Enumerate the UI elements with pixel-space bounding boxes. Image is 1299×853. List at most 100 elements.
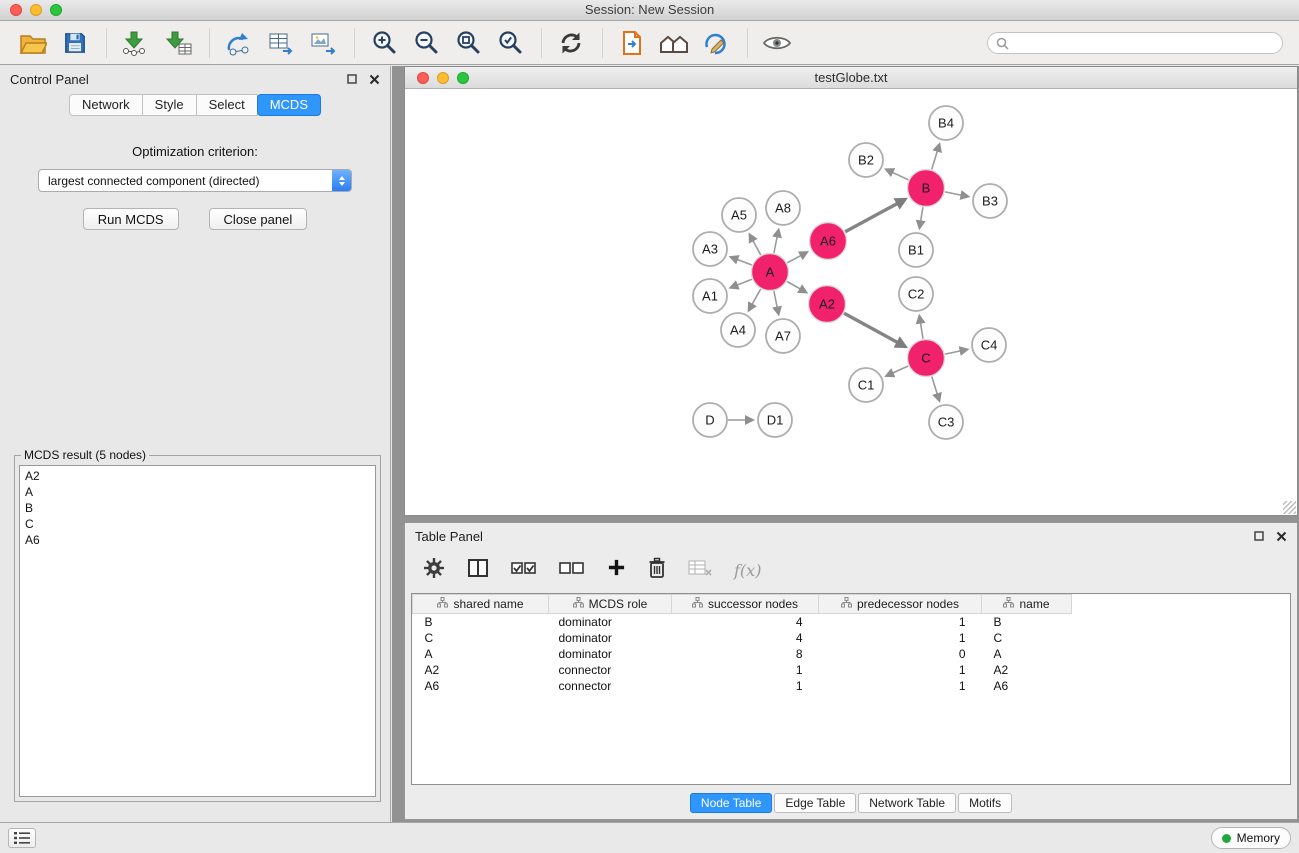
mcds-result-list[interactable]: A2ABCA6 bbox=[19, 465, 376, 797]
column-header-shared-name[interactable]: shared name bbox=[413, 595, 549, 614]
minimize-network-window-button[interactable] bbox=[437, 72, 449, 84]
graph-node-C4[interactable]: C4 bbox=[972, 328, 1006, 362]
tab-edge-table[interactable]: Edge Table bbox=[774, 793, 856, 813]
float-table-panel-icon[interactable] bbox=[1254, 531, 1264, 541]
graph-edge-A-A1[interactable] bbox=[730, 279, 752, 288]
zoom-out-button[interactable] bbox=[409, 25, 443, 61]
column-header-predecessor-nodes[interactable]: predecessor nodes bbox=[819, 595, 982, 614]
select-all-button[interactable] bbox=[511, 559, 537, 582]
graph-node-A4[interactable]: A4 bbox=[721, 313, 755, 347]
resize-grip[interactable] bbox=[1283, 501, 1296, 514]
graph-edge-C-C2[interactable] bbox=[919, 316, 923, 339]
graph-node-B2[interactable]: B2 bbox=[849, 143, 883, 177]
zoom-network-window-button[interactable] bbox=[457, 72, 469, 84]
function-builder-button[interactable]: f(x) bbox=[734, 561, 761, 580]
table-row[interactable]: A2connector11A2 bbox=[413, 662, 1291, 678]
result-item[interactable]: A6 bbox=[20, 532, 375, 548]
save-session-button[interactable] bbox=[58, 25, 92, 61]
graph-edge-C-C1[interactable] bbox=[886, 366, 908, 376]
result-item[interactable]: A2 bbox=[20, 468, 375, 484]
graph-edge-B-B1[interactable] bbox=[920, 207, 923, 228]
tab-mcds[interactable]: MCDS bbox=[257, 94, 321, 116]
graph-node-A6[interactable]: A6 bbox=[810, 223, 847, 260]
search-input[interactable] bbox=[1014, 36, 1274, 50]
table-row[interactable]: A6connector11A6 bbox=[413, 678, 1291, 694]
tab-network[interactable]: Network bbox=[69, 94, 143, 116]
network-overview-button[interactable] bbox=[657, 25, 691, 61]
graph-node-A8[interactable]: A8 bbox=[766, 191, 800, 225]
graph-node-B1[interactable]: B1 bbox=[899, 233, 933, 267]
graph-edge-A6-B[interactable] bbox=[845, 199, 905, 232]
graph-edge-C-C3[interactable] bbox=[932, 377, 940, 401]
graph-node-C[interactable]: C bbox=[908, 340, 945, 377]
search-box[interactable] bbox=[987, 32, 1283, 54]
graph-edge-B-B2[interactable] bbox=[886, 169, 908, 180]
tab-style[interactable]: Style bbox=[142, 94, 197, 116]
table-row[interactable]: Cdominator41C bbox=[413, 630, 1291, 646]
deselect-all-button[interactable] bbox=[559, 559, 585, 582]
graph-node-A3[interactable]: A3 bbox=[693, 232, 727, 266]
close-network-window-button[interactable] bbox=[417, 72, 429, 84]
graph-node-A2[interactable]: A2 bbox=[809, 286, 846, 323]
result-item[interactable]: A bbox=[20, 484, 375, 500]
export-network-button[interactable] bbox=[222, 25, 256, 61]
close-table-panel-icon[interactable] bbox=[1276, 531, 1287, 542]
graph-edge-A2-C[interactable] bbox=[844, 313, 905, 346]
tab-select[interactable]: Select bbox=[196, 94, 258, 116]
result-item[interactable]: C bbox=[20, 516, 375, 532]
tab-network-table[interactable]: Network Table bbox=[858, 793, 956, 813]
zoom-in-button[interactable] bbox=[367, 25, 401, 61]
panel-menu-button[interactable] bbox=[8, 828, 36, 848]
memory-indicator[interactable]: Memory bbox=[1211, 827, 1291, 849]
graph-edge-A-A2[interactable] bbox=[787, 282, 807, 293]
export-image-button[interactable] bbox=[306, 25, 340, 61]
tab-motifs[interactable]: Motifs bbox=[958, 793, 1012, 813]
table-row[interactable]: Bdominator41B bbox=[413, 614, 1291, 630]
graph-node-B4[interactable]: B4 bbox=[929, 106, 963, 140]
column-header-name[interactable]: name bbox=[982, 595, 1072, 614]
delete-column-button[interactable] bbox=[648, 557, 666, 584]
zoom-selected-button[interactable] bbox=[493, 25, 527, 61]
graph-node-B[interactable]: B bbox=[908, 170, 945, 207]
graph-node-A7[interactable]: A7 bbox=[766, 319, 800, 353]
table-settings-button[interactable] bbox=[423, 557, 445, 584]
close-panel-icon[interactable] bbox=[369, 74, 380, 85]
graph-node-A[interactable]: A bbox=[752, 254, 789, 291]
graph-edge-C-C4[interactable] bbox=[945, 349, 967, 354]
graph-node-C3[interactable]: C3 bbox=[929, 405, 963, 439]
annotation-button[interactable] bbox=[699, 25, 733, 61]
result-item[interactable]: B bbox=[20, 500, 375, 516]
open-document-button[interactable] bbox=[615, 25, 649, 61]
refresh-layout-button[interactable] bbox=[554, 25, 588, 61]
zoom-window-button[interactable] bbox=[50, 4, 62, 16]
graph-node-C1[interactable]: C1 bbox=[849, 368, 883, 402]
graph-edge-A-A3[interactable] bbox=[731, 257, 752, 265]
graph-edge-B-B4[interactable] bbox=[932, 144, 940, 169]
import-table-button[interactable] bbox=[161, 25, 195, 61]
zoom-fit-button[interactable] bbox=[451, 25, 485, 61]
graph-node-B3[interactable]: B3 bbox=[973, 184, 1007, 218]
close-panel-button[interactable]: Close panel bbox=[209, 208, 308, 230]
minimize-window-button[interactable] bbox=[30, 4, 42, 16]
graph-edge-A-A4[interactable] bbox=[749, 289, 761, 311]
run-mcds-button[interactable]: Run MCDS bbox=[83, 208, 179, 230]
graph-edge-B-B3[interactable] bbox=[945, 192, 968, 197]
graph-node-C2[interactable]: C2 bbox=[899, 277, 933, 311]
graph-node-D1[interactable]: D1 bbox=[758, 403, 792, 437]
open-file-button[interactable] bbox=[16, 25, 50, 61]
column-header-mcds-role[interactable]: MCDS role bbox=[549, 595, 672, 614]
graph-node-D[interactable]: D bbox=[693, 403, 727, 437]
tab-node-table[interactable]: Node Table bbox=[690, 793, 773, 813]
show-graphics-button[interactable] bbox=[760, 25, 794, 61]
graph-node-A1[interactable]: A1 bbox=[693, 279, 727, 313]
column-header-successor-nodes[interactable]: successor nodes bbox=[672, 595, 819, 614]
graph-node-A5[interactable]: A5 bbox=[722, 198, 756, 232]
show-columns-button[interactable] bbox=[467, 558, 489, 583]
graph-edge-A-A7[interactable] bbox=[774, 291, 779, 314]
close-window-button[interactable] bbox=[10, 4, 22, 16]
float-panel-icon[interactable] bbox=[347, 74, 357, 84]
delete-table-button[interactable] bbox=[688, 558, 712, 583]
graph-edge-A-A8[interactable] bbox=[774, 230, 779, 253]
add-column-button[interactable] bbox=[607, 558, 626, 582]
graph-edge-A-A6[interactable] bbox=[787, 252, 807, 263]
